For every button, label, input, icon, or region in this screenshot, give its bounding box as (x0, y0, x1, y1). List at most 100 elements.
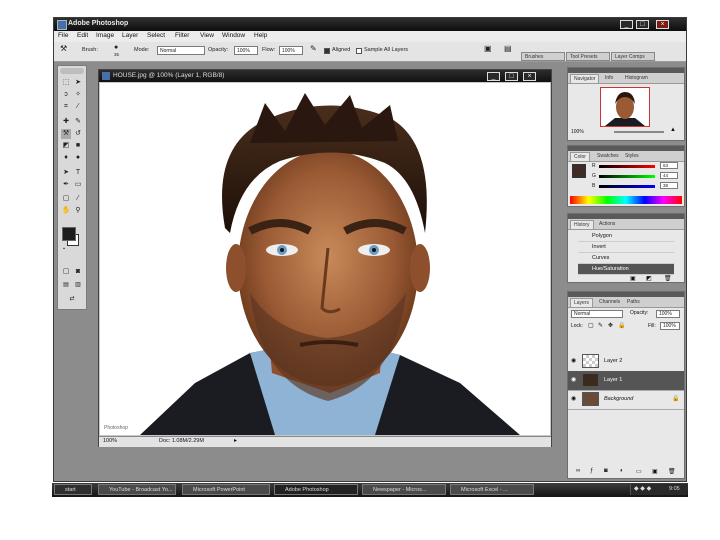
tab-channels[interactable]: Channels (596, 298, 623, 306)
channel-g-value[interactable]: 44 (660, 172, 678, 179)
navigator-zoom-slider[interactable] (614, 131, 664, 133)
taskbar-item[interactable]: Microsoft PowerPoint (182, 484, 270, 495)
navigator-thumbnail[interactable] (600, 87, 650, 127)
eyedropper-tool-icon[interactable]: ⁄ (73, 194, 83, 204)
history-item[interactable]: Curves (578, 253, 674, 264)
channel-b-value[interactable]: 38 (660, 182, 678, 189)
tab-actions[interactable]: Actions (596, 220, 618, 228)
brush-tool-icon[interactable]: ✎ (73, 117, 83, 127)
zoom-level[interactable]: 100% (103, 438, 117, 444)
tab-layers[interactable]: Layers (570, 298, 594, 307)
lock-position-icon[interactable]: ✥ (608, 322, 613, 329)
channel-r-slider[interactable] (599, 165, 655, 168)
healing-brush-tool-icon[interactable]: ✚ (61, 117, 71, 127)
blend-mode-select[interactable]: Normal (571, 310, 623, 318)
tray-icons[interactable]: ◆ ◆ ◆ (634, 485, 651, 492)
tab-paths[interactable]: Paths (624, 298, 643, 306)
magic-wand-tool-icon[interactable]: ✧ (73, 90, 83, 100)
menu-image[interactable]: Image (96, 32, 114, 39)
layer-opacity-field[interactable]: 100% (656, 310, 680, 318)
notes-tool-icon[interactable]: ▢ (61, 194, 71, 204)
screen-mode-standard-icon[interactable]: ▤ (61, 280, 71, 290)
menu-window[interactable]: Window (222, 32, 245, 39)
new-snapshot-icon[interactable]: ◩ (646, 275, 652, 282)
lasso-tool-icon[interactable]: ↄ (61, 90, 71, 100)
mode-select[interactable]: Normal (157, 46, 205, 55)
eraser-tool-icon[interactable]: ◩ (61, 141, 71, 151)
status-arrow-icon[interactable]: ▸ (234, 437, 237, 444)
layer-style-icon[interactable]: ƒ (590, 468, 593, 474)
pen-tool-icon[interactable]: ✒ (61, 180, 71, 190)
tab-styles[interactable]: Styles (622, 152, 642, 160)
shape-tool-icon[interactable]: ▭ (73, 180, 83, 190)
dodge-tool-icon[interactable]: ● (73, 153, 83, 163)
sample-all-layers-checkbox[interactable] (356, 48, 362, 54)
visibility-eye-icon[interactable]: ◉ (571, 377, 578, 384)
layer-row[interactable]: ◉ Background 🔒 (568, 390, 684, 410)
delete-layer-icon[interactable]: 🗑 (668, 468, 676, 475)
menu-layer[interactable]: Layer (122, 32, 138, 39)
quick-mask-mode-icon[interactable]: ◙ (73, 267, 83, 277)
menu-file[interactable]: File (58, 32, 68, 39)
flow-field[interactable]: 100% (279, 46, 303, 55)
document-title-bar[interactable]: HOUSE.jpg @ 100% (Layer 1, RGB/8) _ □ × (99, 70, 551, 82)
tab-history[interactable]: History (570, 220, 594, 229)
crop-tool-icon[interactable]: ⌗ (61, 102, 71, 112)
taskbar-item-active[interactable]: Adobe Photoshop (274, 484, 358, 495)
tab-histogram[interactable]: Histogram (622, 74, 651, 82)
taskbar-item[interactable]: YouTube - Broadcast Yo... (98, 484, 176, 495)
menu-view[interactable]: View (200, 32, 214, 39)
tab-swatches[interactable]: Swatches (594, 152, 622, 160)
menu-filter[interactable]: Filter (175, 32, 189, 39)
path-selection-tool-icon[interactable]: ➤ (61, 168, 71, 178)
doc-close-button[interactable]: × (523, 72, 536, 81)
gradient-tool-icon[interactable]: ■ (73, 141, 83, 151)
lock-image-icon[interactable]: ✎ (598, 322, 603, 329)
history-brush-tool-icon[interactable]: ↺ (73, 129, 83, 139)
close-button[interactable]: × (656, 20, 669, 29)
move-tool-icon[interactable]: ➤ (73, 78, 83, 88)
channel-g-slider[interactable] (599, 175, 655, 178)
screen-mode-full-icon[interactable]: ▥ (73, 280, 83, 290)
link-layers-icon[interactable]: ∞ (576, 468, 580, 474)
navigator-zoom[interactable]: 100% (571, 129, 584, 135)
clone-stamp-preset-icon[interactable]: ⚒ (60, 44, 67, 53)
opacity-field[interactable]: 100% (234, 46, 258, 55)
tab-navigator[interactable]: Navigator (570, 74, 600, 83)
menu-select[interactable]: Select (147, 32, 165, 39)
clone-stamp-tool-icon[interactable]: ⚒ (61, 129, 71, 139)
airbrush-icon[interactable]: ✎ (310, 44, 317, 53)
zoom-tool-icon[interactable]: ⚲ (73, 206, 83, 216)
hand-tool-icon[interactable]: ✋ (61, 206, 71, 216)
delete-history-icon[interactable]: 🗑 (664, 275, 672, 282)
tab-layer-comps[interactable]: Layer Comps (611, 52, 655, 61)
adjustment-layer-icon[interactable]: ◐ (620, 468, 624, 474)
history-item[interactable]: Invert (578, 242, 674, 253)
doc-minimize-button[interactable]: _ (487, 72, 500, 81)
visibility-eye-icon[interactable]: ◉ (571, 396, 578, 403)
zoom-in-icon[interactable]: ▲ (670, 127, 676, 133)
palette-well-icon[interactable]: ▤ (504, 44, 512, 53)
brush-preview-icon[interactable]: ● (114, 44, 118, 51)
standard-mode-icon[interactable]: ▢ (61, 267, 71, 277)
lock-all-icon[interactable]: 🔒 (618, 322, 625, 329)
title-bar[interactable]: Adobe Photoshop _ □ × (54, 18, 686, 31)
color-spectrum-bar[interactable] (570, 196, 682, 204)
history-item[interactable]: Polygon (578, 231, 674, 242)
default-colors-icon[interactable]: ▪ (61, 246, 67, 252)
taskbar-item[interactable]: Microsoft Excel - ... (450, 484, 534, 495)
marquee-tool-icon[interactable]: ⬚ (61, 78, 71, 88)
aligned-checkbox[interactable] (324, 48, 330, 54)
minimize-button[interactable]: _ (620, 20, 633, 29)
tab-brushes[interactable]: Brushes (521, 52, 565, 61)
maximize-button[interactable]: □ (636, 20, 649, 29)
channel-b-slider[interactable] (599, 185, 655, 188)
blur-tool-icon[interactable]: ♦ (61, 153, 71, 163)
foreground-color-swatch[interactable] (62, 227, 76, 241)
menu-edit[interactable]: Edit (77, 32, 88, 39)
new-group-icon[interactable]: ▭ (636, 468, 642, 475)
history-item-current[interactable]: Hue/Saturation (578, 264, 674, 275)
slice-tool-icon[interactable]: ⁄ (73, 102, 83, 112)
new-layer-icon[interactable]: ▣ (652, 468, 658, 475)
tab-color[interactable]: Color (570, 152, 590, 161)
